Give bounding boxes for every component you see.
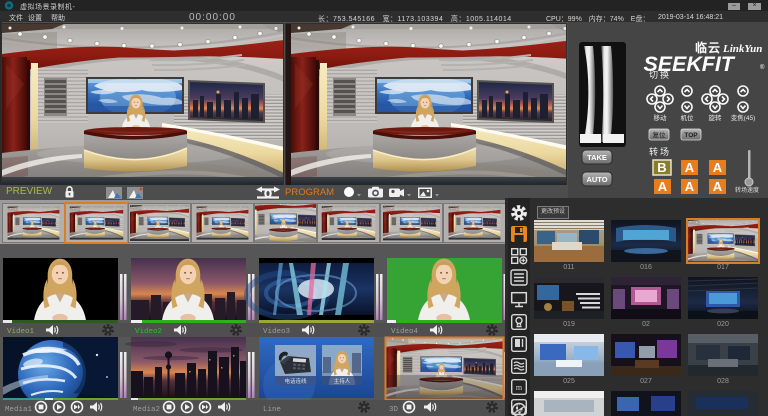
svg-text:Video4: Video4 bbox=[391, 328, 419, 336]
svg-text:切换: 切换 bbox=[649, 69, 671, 80]
svg-text:A: A bbox=[713, 160, 723, 175]
svg-text:A: A bbox=[685, 160, 695, 175]
svg-text:3D: 3D bbox=[389, 406, 399, 414]
svg-text:016: 016 bbox=[640, 264, 652, 271]
svg-text:Video2: Video2 bbox=[135, 328, 162, 336]
svg-text:TAKE: TAKE bbox=[587, 153, 607, 162]
svg-text:转场速度: 转场速度 bbox=[735, 186, 759, 194]
svg-text:B: B bbox=[657, 160, 666, 175]
svg-text:m: m bbox=[516, 383, 523, 392]
svg-text:®: ® bbox=[760, 64, 765, 71]
svg-text:Video3: Video3 bbox=[263, 328, 291, 336]
svg-text:02: 02 bbox=[642, 321, 650, 328]
svg-text:Media1: Media1 bbox=[5, 406, 33, 414]
svg-text:主持人: 主持人 bbox=[334, 377, 351, 385]
svg-text:Video1: Video1 bbox=[7, 328, 35, 336]
svg-text:017: 017 bbox=[717, 264, 729, 271]
svg-text:020: 020 bbox=[717, 321, 729, 328]
svg-text:A: A bbox=[713, 179, 723, 194]
svg-text:028: 028 bbox=[717, 378, 729, 385]
svg-text:027: 027 bbox=[640, 378, 652, 385]
svg-text:025: 025 bbox=[563, 378, 575, 385]
svg-text:A: A bbox=[685, 179, 695, 194]
svg-text:转场: 转场 bbox=[649, 146, 671, 157]
svg-text:复位: 复位 bbox=[653, 130, 667, 139]
svg-text:机位: 机位 bbox=[681, 113, 695, 122]
svg-text:019: 019 bbox=[563, 321, 575, 328]
svg-text:011: 011 bbox=[563, 264, 574, 271]
svg-text:Media2: Media2 bbox=[133, 406, 160, 414]
svg-text:AUTO: AUTO bbox=[586, 175, 607, 184]
svg-text:移动: 移动 bbox=[654, 113, 668, 122]
svg-text:TOP: TOP bbox=[684, 132, 698, 139]
svg-text:电话连线: 电话连线 bbox=[284, 377, 307, 385]
svg-text:变焦(45): 变焦(45) bbox=[731, 113, 756, 122]
svg-text:旋转: 旋转 bbox=[709, 113, 723, 122]
svg-text:Line: Line bbox=[263, 406, 281, 414]
svg-text:A: A bbox=[658, 179, 668, 194]
